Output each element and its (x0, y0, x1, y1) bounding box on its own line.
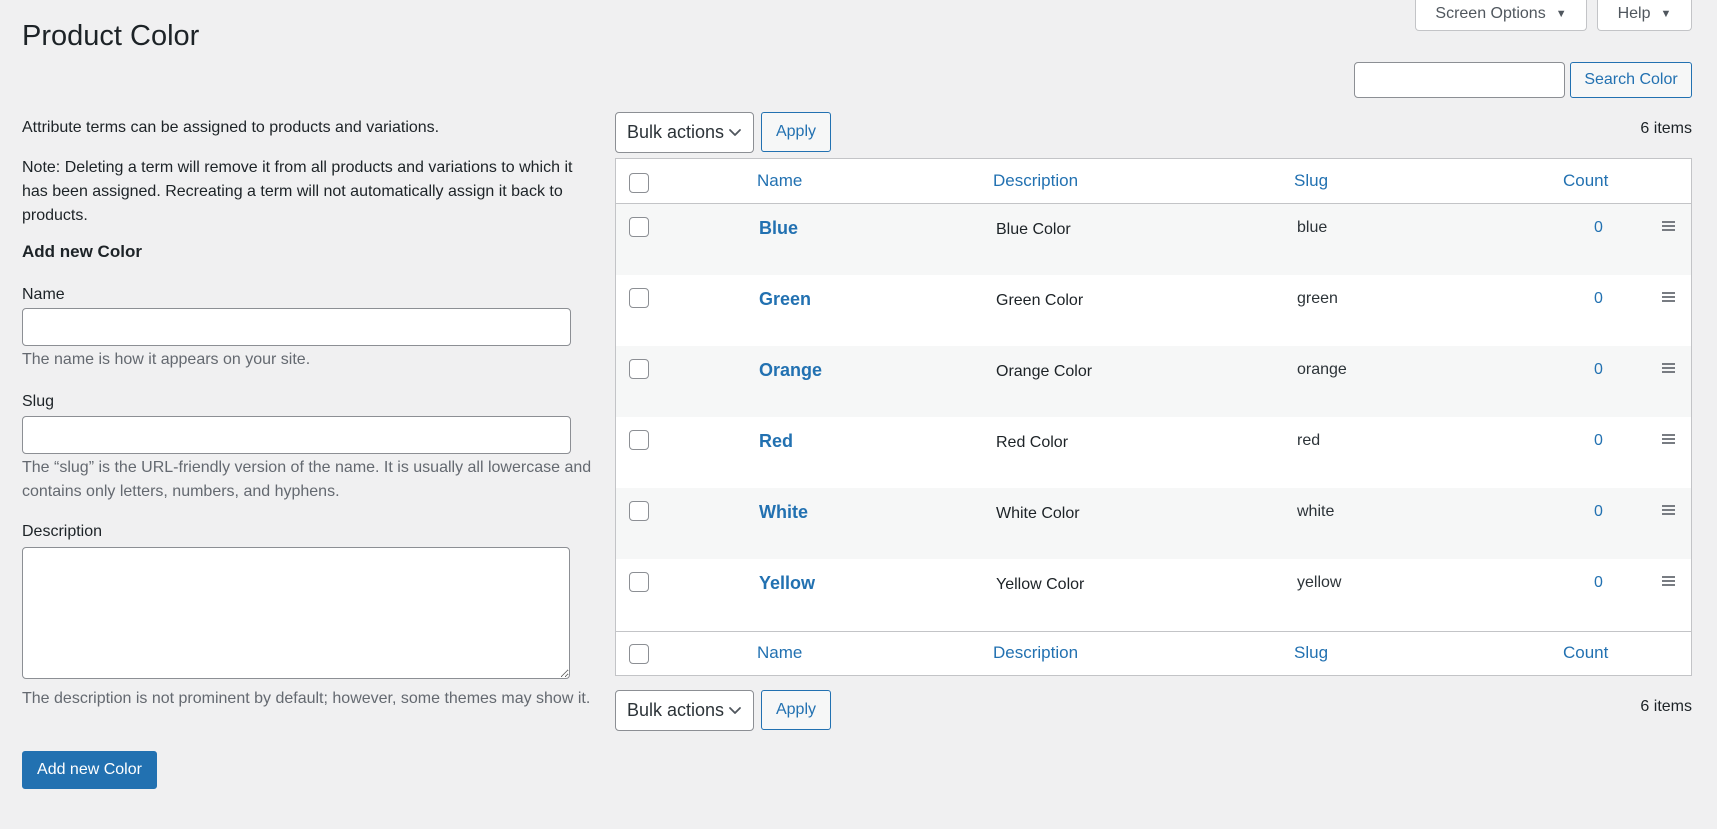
apply-button[interactable]: Apply (761, 112, 831, 152)
column-footer-description[interactable]: Description (993, 643, 1078, 663)
description-label: Description (22, 523, 103, 540)
add-new-title: Add new Color (22, 242, 142, 261)
column-header-name[interactable]: Name (757, 171, 802, 191)
term-description: Blue Color (996, 221, 1071, 238)
term-slug: green (1297, 290, 1338, 307)
drag-handle-icon[interactable] (1662, 221, 1675, 233)
drag-handle-icon[interactable] (1662, 434, 1675, 446)
term-slug: yellow (1297, 574, 1342, 591)
column-header-count[interactable]: Count (1563, 171, 1608, 191)
table-row: Orange Orange Color orange 0 (616, 346, 1691, 417)
column-header-slug[interactable]: Slug (1294, 171, 1328, 191)
drag-handle-icon[interactable] (1662, 505, 1675, 517)
row-checkbox[interactable] (629, 572, 649, 592)
term-description: Green Color (996, 292, 1084, 309)
add-new-color-button[interactable]: Add new Color (22, 751, 157, 789)
row-checkbox[interactable] (629, 359, 649, 379)
table-row: Red Red Color red 0 (616, 417, 1691, 488)
intro-text: Attribute terms can be assigned to produ… (22, 119, 440, 136)
name-field[interactable] (22, 308, 571, 346)
term-count-link[interactable]: 0 (1594, 219, 1603, 237)
term-description: Orange Color (996, 363, 1093, 380)
items-count-bottom: 6 items (1640, 698, 1692, 715)
screen-options-button[interactable]: Screen Options ▼ (1415, 0, 1587, 31)
bulk-actions-select-bottom[interactable]: Bulk actions (615, 690, 754, 731)
term-name-link[interactable]: Orange (759, 360, 822, 381)
drag-handle-icon[interactable] (1662, 292, 1675, 304)
row-checkbox[interactable] (629, 501, 649, 521)
description-help-text: The description is not prominent by defa… (22, 690, 591, 707)
screen-options-label: Screen Options (1435, 5, 1546, 22)
term-name-link[interactable]: Yellow (759, 573, 815, 594)
description-field[interactable] (22, 547, 570, 679)
select-all-checkbox[interactable] (629, 173, 649, 193)
search-input[interactable] (1354, 62, 1565, 98)
chevron-down-icon (729, 707, 741, 714)
term-slug: blue (1297, 219, 1328, 236)
term-name-link[interactable]: Blue (759, 218, 798, 239)
slug-field[interactable] (22, 416, 571, 454)
drag-handle-icon[interactable] (1662, 576, 1675, 588)
slug-help-text: The “slug” is the URL-friendly version o… (22, 459, 592, 500)
drag-handle-icon[interactable] (1662, 363, 1675, 375)
term-count-link[interactable]: 0 (1594, 432, 1603, 450)
table-footer: Name Description Slug Count (616, 631, 1691, 676)
terms-table: Name Description Slug Count Blue Blue Co… (615, 158, 1692, 676)
page-title: Product Color (22, 20, 200, 52)
term-count-link[interactable]: 0 (1594, 361, 1603, 379)
term-slug: white (1297, 503, 1335, 520)
chevron-down-icon (729, 129, 741, 136)
column-footer-name[interactable]: Name (757, 643, 802, 663)
column-header-description[interactable]: Description (993, 171, 1078, 191)
help-label: Help (1617, 5, 1651, 22)
term-count-link[interactable]: 0 (1594, 290, 1603, 308)
help-button[interactable]: Help ▼ (1597, 0, 1692, 31)
term-name-link[interactable]: Green (759, 289, 811, 310)
term-name-link[interactable]: White (759, 502, 808, 523)
items-count: 6 items (1640, 120, 1692, 137)
term-slug: red (1297, 432, 1321, 449)
slug-label: Slug (22, 393, 55, 410)
row-checkbox[interactable] (629, 217, 649, 237)
triangle-down-icon: ▼ (1660, 8, 1672, 20)
column-footer-slug[interactable]: Slug (1294, 643, 1328, 663)
term-slug: orange (1297, 361, 1347, 378)
search-button[interactable]: Search Color (1570, 62, 1692, 98)
term-description: Yellow Color (996, 576, 1085, 593)
term-name-link[interactable]: Red (759, 431, 793, 452)
name-help-text: The name is how it appears on your site. (22, 351, 311, 368)
table-row: Yellow Yellow Color yellow 0 (616, 559, 1691, 630)
bulk-actions-select[interactable]: Bulk actions (615, 112, 754, 153)
column-footer-count[interactable]: Count (1563, 643, 1608, 663)
bulk-actions-label: Bulk actions (627, 122, 725, 142)
apply-button-bottom[interactable]: Apply (761, 690, 831, 730)
term-description: Red Color (996, 434, 1069, 451)
term-count-link[interactable]: 0 (1594, 574, 1603, 592)
row-checkbox[interactable] (629, 430, 649, 450)
term-count-link[interactable]: 0 (1594, 503, 1603, 521)
table-row: White White Color white 0 (616, 488, 1691, 559)
triangle-down-icon: ▼ (1555, 8, 1567, 20)
name-label: Name (22, 286, 65, 303)
table-row: Green Green Color green 0 (616, 275, 1691, 346)
note-text: Note: Deleting a term will remove it fro… (22, 159, 573, 224)
table-header: Name Description Slug Count (616, 159, 1691, 204)
select-all-checkbox-bottom[interactable] (629, 644, 649, 664)
term-description: White Color (996, 505, 1080, 522)
row-checkbox[interactable] (629, 288, 649, 308)
bulk-actions-label: Bulk actions (627, 700, 725, 720)
table-row: Blue Blue Color blue 0 (616, 204, 1691, 275)
